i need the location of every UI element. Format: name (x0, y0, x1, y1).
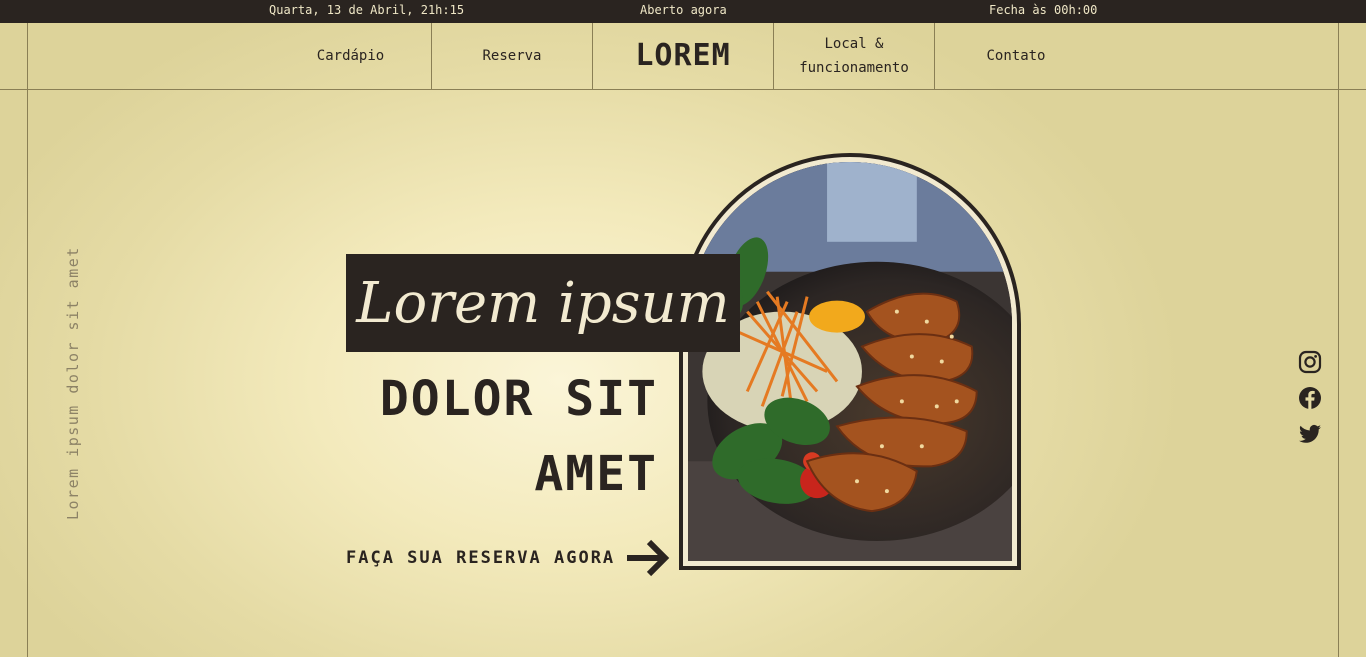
frame-left-line (27, 23, 28, 657)
nav-contact-link[interactable]: Contato (935, 23, 1097, 89)
hero-script-title: Lorem ipsum (346, 254, 740, 352)
side-tagline: Lorem ipsum dolor sit amet (64, 246, 82, 520)
current-date: Quarta, 13 de Abril, 21h:15 (269, 3, 465, 17)
twitter-icon[interactable] (1298, 422, 1322, 445)
open-status: Aberto agora (640, 3, 727, 17)
hero-headline-line2: AMET (534, 446, 658, 502)
nav-location-label-line1: Local & (824, 36, 884, 52)
frame-right-line (1338, 23, 1339, 657)
header-divider (0, 89, 1366, 90)
arrow-right-icon (627, 539, 670, 577)
hero-headline-line1: DOLOR SIT (379, 371, 658, 427)
nav-location-link[interactable]: Local & funcionamento (774, 23, 935, 89)
nav-menu-link[interactable]: Cardápio (270, 23, 432, 89)
dish-photo-frame (679, 153, 1021, 570)
social-links (1298, 350, 1322, 445)
top-bar: Quarta, 13 de Abril, 21h:15 Aberto agora… (0, 0, 1366, 23)
instagram-icon[interactable] (1298, 350, 1322, 374)
nav-location-label-line2: funcionamento (799, 60, 909, 76)
dish-photo (688, 162, 1012, 561)
main-nav: Cardápio Reserva LOREM Local & funcionam… (270, 23, 1097, 89)
reserve-cta-link[interactable]: FAÇA SUA RESERVA AGORA (346, 538, 671, 578)
reserve-cta-label: FAÇA SUA RESERVA AGORA (346, 548, 616, 568)
facebook-icon[interactable] (1298, 386, 1322, 409)
nav-reserve-link[interactable]: Reserva (432, 23, 593, 89)
dish-illustration (688, 162, 1012, 561)
closing-time: Fecha às 00h:00 (989, 3, 1098, 17)
brand-logo[interactable]: LOREM (593, 23, 774, 89)
hero-headline: DOLOR SIT AMET (380, 362, 658, 512)
